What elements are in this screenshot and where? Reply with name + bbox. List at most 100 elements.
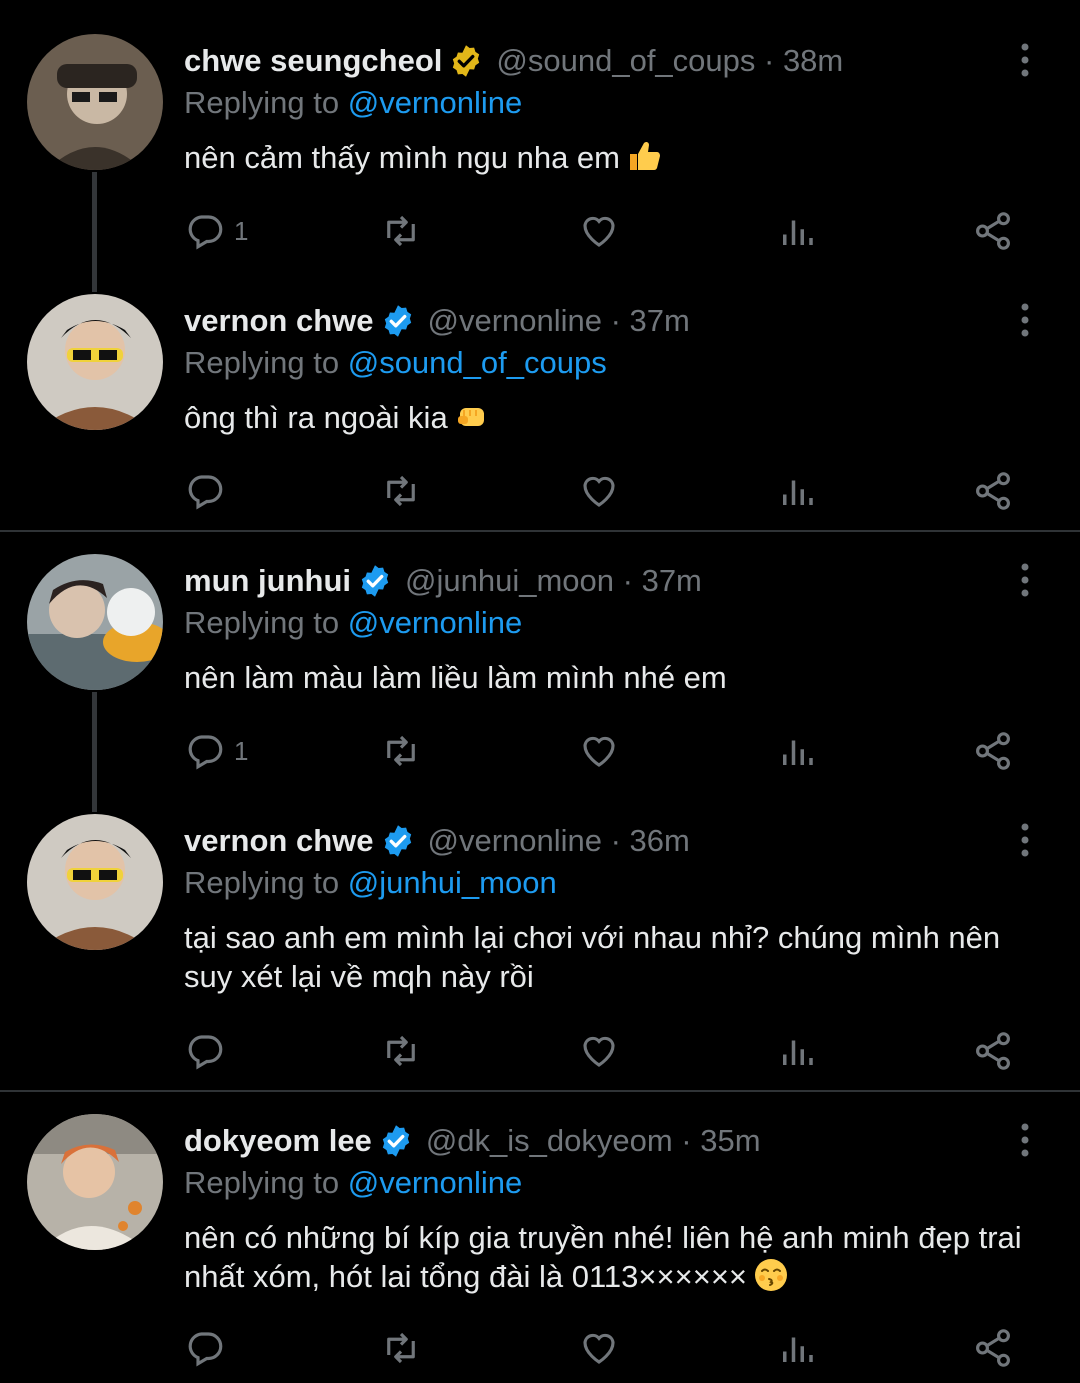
handle-and-time: @vernonline · 37m [427,303,690,338]
more-options-icon[interactable] [1014,42,1036,78]
tweet-actions [184,1028,1020,1074]
tweet-body: nên làm màu làm liều làm mình nhé em [184,660,727,695]
avatar[interactable] [27,554,163,690]
retweet-button[interactable] [380,468,422,514]
mention-link[interactable]: @sound_of_coups [348,345,607,380]
more-options-icon[interactable] [1014,1122,1036,1158]
tweet[interactable]: mun junhui @junhui_moon · 37m Replying t… [0,520,1080,812]
analytics-icon [783,480,813,505]
tweet-header: mun junhui @junhui_moon · 37m [184,562,990,600]
blue-verified-icon [357,563,393,599]
display-name[interactable]: vernon chwe [184,302,374,340]
retweet-icon [387,1035,415,1067]
handle-and-time: @junhui_moon · 37m [405,563,702,598]
tweet[interactable]: vernon chwe @vernonline · 37m Replying t… [0,260,1080,530]
tweet-actions: 1 [184,728,1020,774]
analytics-icon [783,220,813,245]
share-button[interactable] [972,1028,1014,1074]
tweet-header: vernon chwe @vernonline · 36m [184,822,990,860]
display-name[interactable]: mun junhui [184,562,351,600]
reply-feed: chwe seungcheol @sound_of_coups · 38m Re… [0,0,1080,1383]
replying-to: Replying to @junhui_moon [184,864,557,902]
analytics-button[interactable] [776,208,818,254]
reply-button[interactable] [184,1325,234,1371]
share-button[interactable] [972,208,1014,254]
like-button[interactable] [578,468,620,514]
like-button[interactable] [578,1028,620,1074]
reply-icon [188,475,223,510]
reply-count: 1 [234,215,249,246]
like-button[interactable] [578,1325,620,1371]
tweet-body: tại sao anh em mình lại chơi với nhau nh… [184,920,1001,994]
tweet[interactable]: vernon chwe @vernonline · 36m Replying t… [0,780,1080,1090]
tweet-text: tại sao anh em mình lại chơi với nhau nh… [184,918,1044,996]
heart-icon [583,736,615,767]
reply-icon [188,215,223,250]
avatar[interactable] [27,1114,163,1250]
avatar[interactable] [27,294,163,430]
mention-link[interactable]: @junhui_moon [348,865,557,900]
retweet-button[interactable] [380,208,422,254]
reply-button[interactable]: 1 [184,728,248,774]
tweet-text: ông thì ra ngoài kia [184,398,1044,437]
heart-icon [583,1333,615,1364]
share-button[interactable] [972,1325,1014,1371]
mention-link[interactable]: @vernonline [348,605,523,640]
tweet-text: nên làm màu làm liều làm mình nhé em [184,658,1044,697]
replying-to-label: Replying to [184,345,340,380]
share-button[interactable] [972,468,1014,514]
replying-to-label: Replying to [184,605,340,640]
tweet-body: ông thì ra ngoài kia [184,400,448,435]
handle-and-time: @dk_is_dokyeom · 35m [425,1123,761,1158]
retweet-button[interactable] [380,1325,422,1371]
like-button[interactable] [578,208,620,254]
reply-icon [188,1035,223,1070]
analytics-button[interactable] [776,1325,818,1371]
handle-and-time: @sound_of_coups · 38m [496,43,844,78]
replying-to-label: Replying to [184,1165,340,1200]
blue-verified-icon [378,1123,414,1159]
thumbs-up-emoji [626,138,662,174]
tweet-header: vernon chwe @vernonline · 37m [184,302,990,340]
display-name[interactable]: dokyeom lee [184,1122,372,1160]
retweet-icon [387,1332,415,1364]
reply-button[interactable]: 1 [184,208,248,254]
analytics-button[interactable] [776,1028,818,1074]
avatar[interactable] [27,814,163,950]
analytics-button[interactable] [776,468,818,514]
heart-icon [583,216,615,247]
share-button[interactable] [972,728,1014,774]
more-options-icon[interactable] [1014,822,1036,858]
blue-verified-icon [380,823,416,859]
reply-icon [188,735,223,770]
more-options-icon[interactable] [1014,302,1036,338]
tweet-header: dokyeom lee @dk_is_dokyeom · 35m [184,1122,990,1160]
tweet-header: chwe seungcheol @sound_of_coups · 38m [184,42,990,80]
analytics-icon [783,740,813,765]
display-name[interactable]: vernon chwe [184,822,374,860]
replying-to: Replying to @vernonline [184,84,522,122]
reply-count: 1 [234,735,249,766]
like-button[interactable] [578,728,620,774]
tweet-actions: 1 [184,208,1020,254]
retweet-button[interactable] [380,728,422,774]
mention-link[interactable]: @vernonline [348,1165,523,1200]
more-options-icon[interactable] [1014,562,1036,598]
tweet[interactable]: chwe seungcheol @sound_of_coups · 38m Re… [0,0,1080,292]
analytics-button[interactable] [776,728,818,774]
retweet-icon [387,735,415,767]
mention-link[interactable]: @vernonline [348,85,523,120]
reply-button[interactable] [184,1028,234,1074]
share-icon [976,472,1010,510]
avatar[interactable] [27,34,163,170]
handle-and-time: @vernonline · 36m [427,823,690,858]
tweet[interactable]: dokyeom lee @dk_is_dokyeom · 35m Replyin… [0,1080,1080,1383]
tweet-actions [184,1325,1020,1371]
display-name[interactable]: chwe seungcheol [184,42,442,80]
replying-to-label: Replying to [184,85,340,120]
retweet-button[interactable] [380,1028,422,1074]
tweet-text: nên cảm thấy mình ngu nha em [184,138,1044,177]
gold-verified-icon [448,43,484,79]
heart-icon [583,476,615,507]
reply-button[interactable] [184,468,234,514]
